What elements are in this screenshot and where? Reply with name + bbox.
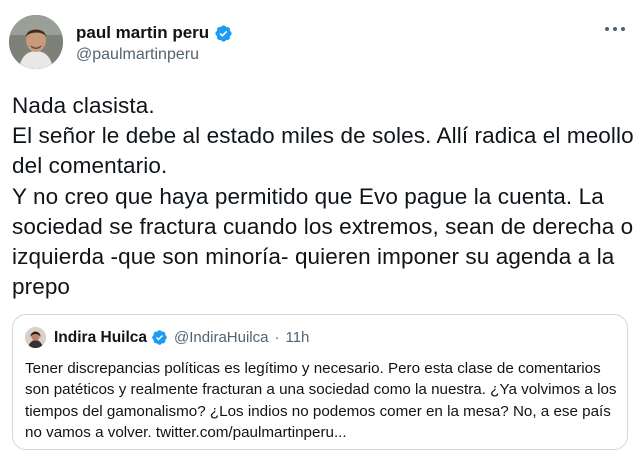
more-options-icon[interactable]	[604, 24, 626, 34]
quoted-author-display-name[interactable]: Indira Huilca	[54, 329, 147, 347]
display-name-row: paul martin peru	[76, 22, 233, 44]
quoted-tweet[interactable]: Indira Huilca @IndiraHuilca · 11h Tener …	[12, 314, 628, 450]
verified-badge-icon	[152, 330, 167, 345]
tweet-text: Nada clasista. El señor le debe al estad…	[12, 93, 634, 300]
quoted-author-handle[interactable]: @IndiraHuilca	[174, 329, 268, 346]
quoted-tweet-text: Tener discrepancias políticas es legítim…	[25, 360, 617, 442]
quoted-timestamp[interactable]: 11h	[285, 329, 309, 346]
author-display-name[interactable]: paul martin peru	[76, 23, 209, 43]
author-avatar[interactable]	[9, 15, 63, 69]
author-header: paul martin peru @paulmartinperu	[76, 22, 233, 64]
tweet: paul martin peru @paulmartinperu Nada cl…	[0, 0, 640, 468]
meta-separator: ·	[274, 329, 280, 346]
quoted-author-avatar[interactable]	[25, 327, 46, 348]
quoted-tweet-header: Indira Huilca @IndiraHuilca · 11h	[25, 327, 309, 348]
author-handle[interactable]: @paulmartinperu	[76, 46, 233, 64]
verified-badge-icon	[215, 24, 232, 42]
